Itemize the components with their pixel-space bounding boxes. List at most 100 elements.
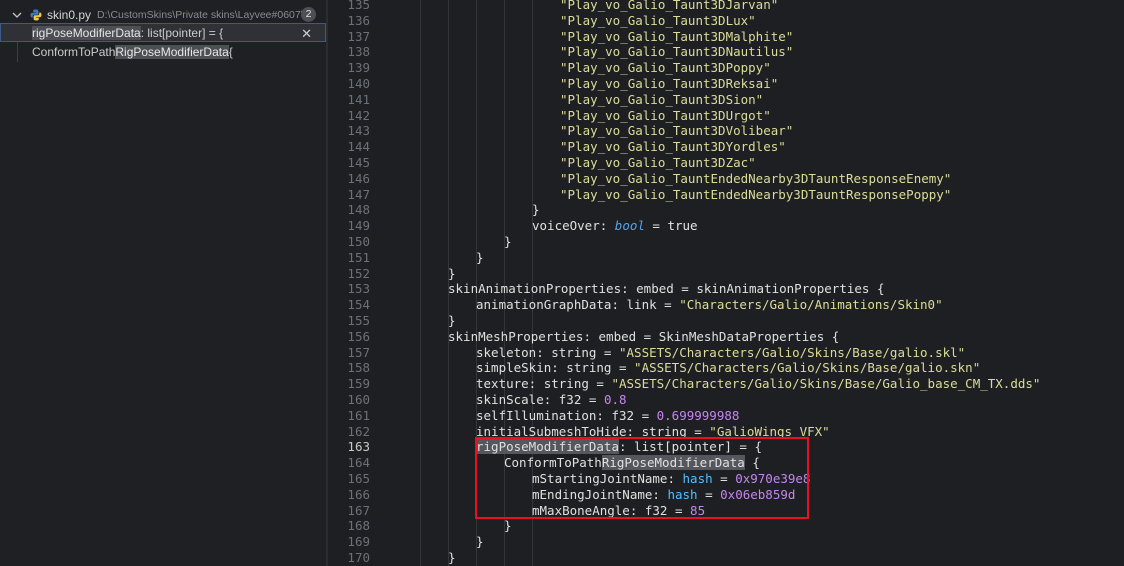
line-number: 166 bbox=[347, 486, 370, 502]
line-number: 141 bbox=[347, 91, 370, 107]
code-line[interactable]: 159 texture: string = "ASSETS/Characters/… bbox=[328, 376, 1124, 392]
code-text: simpleSkin: string = "ASSETS/Characters/… bbox=[476, 360, 981, 376]
line-number: 135 bbox=[347, 0, 370, 12]
search-result-line[interactable]: ConformToPath RigPoseModifierData { bbox=[0, 42, 326, 61]
code-line[interactable]: 156 skinMeshProperties: embed = SkinMeshD… bbox=[328, 329, 1124, 345]
code-line[interactable]: 151} bbox=[328, 250, 1124, 266]
search-results-panel: skin0.py D:\CustomSkins\Private skins\La… bbox=[0, 0, 326, 566]
code-text: } bbox=[476, 534, 484, 550]
code-line[interactable]: 135 "Play_vo_Galio_Taunt3DJarvan" bbox=[328, 0, 1124, 13]
code-text: skeleton: string = "ASSETS/Characters/Ga… bbox=[476, 344, 966, 360]
line-number: 147 bbox=[347, 186, 370, 202]
line-number: 149 bbox=[347, 218, 370, 234]
code-line[interactable]: 169} bbox=[328, 534, 1124, 550]
line-number: 168 bbox=[347, 518, 370, 534]
code-line[interactable]: 152} bbox=[328, 266, 1124, 282]
line-number: 163 bbox=[347, 439, 370, 455]
line-number: 142 bbox=[347, 107, 370, 123]
line-number: 144 bbox=[347, 139, 370, 155]
code-line[interactable]: 148} bbox=[328, 202, 1124, 218]
code-line[interactable]: 158 simpleSkin: string = "ASSETS/Characte… bbox=[328, 360, 1124, 376]
line-number: 152 bbox=[347, 265, 370, 281]
code-line[interactable]: 155} bbox=[328, 313, 1124, 329]
code-line[interactable]: 147 "Play_vo_Galio_TauntEndedNearby3DTaun… bbox=[328, 187, 1124, 203]
code-text: skinAnimationProperties: embed = skinAni… bbox=[448, 281, 885, 297]
line-number: 151 bbox=[347, 249, 370, 265]
highlight-annotation-box bbox=[475, 437, 809, 519]
line-number: 148 bbox=[347, 202, 370, 218]
code-line[interactable]: 168} bbox=[328, 518, 1124, 534]
line-number: 139 bbox=[347, 60, 370, 76]
code-line[interactable]: 139 "Play_vo_Galio_Taunt3DPoppy" bbox=[328, 60, 1124, 76]
line-number: 159 bbox=[347, 376, 370, 392]
line-number: 169 bbox=[347, 534, 370, 550]
line-number: 164 bbox=[347, 455, 370, 471]
code-line[interactable]: 154 animationGraphData: link = "Character… bbox=[328, 297, 1124, 313]
line-number: 138 bbox=[347, 44, 370, 60]
code-line[interactable]: 146 "Play_vo_Galio_TauntEndedNearby3DTaun… bbox=[328, 171, 1124, 187]
match-prefix: ConformToPath bbox=[32, 44, 116, 59]
line-number: 143 bbox=[347, 123, 370, 139]
code-text: "Play_vo_Galio_Taunt3DMalphite" bbox=[560, 28, 794, 44]
code-line[interactable]: 140 "Play_vo_Galio_Taunt3DReksai" bbox=[328, 76, 1124, 92]
match-count-badge: 2 bbox=[301, 7, 316, 22]
code-line[interactable]: 141 "Play_vo_Galio_Taunt3DSion" bbox=[328, 92, 1124, 108]
chevron-down-icon[interactable] bbox=[12, 10, 22, 20]
match-highlight: rigPoseModifierData bbox=[32, 25, 141, 40]
line-number: 150 bbox=[347, 234, 370, 249]
line-number: 158 bbox=[347, 360, 370, 376]
code-text: "Play_vo_Galio_Taunt3DJarvan" bbox=[560, 0, 779, 12]
code-line[interactable]: 142 "Play_vo_Galio_Taunt3DUrgot" bbox=[328, 108, 1124, 124]
line-number: 155 bbox=[347, 313, 370, 328]
code-text: } bbox=[448, 550, 456, 565]
code-text: voiceOver: bool = true bbox=[532, 218, 698, 234]
code-line[interactable]: 153 skinAnimationProperties: embed = skin… bbox=[328, 281, 1124, 297]
code-text: "Play_vo_Galio_TauntEndedNearby3DTauntRe… bbox=[560, 186, 952, 202]
python-file-icon bbox=[30, 9, 42, 21]
code-text: } bbox=[504, 518, 512, 534]
code-text: selfIllumination: f32 = 0.699999988 bbox=[476, 407, 740, 423]
code-text: skinMeshProperties: embed = SkinMeshData… bbox=[448, 328, 840, 344]
code-text: } bbox=[448, 265, 456, 281]
code-text: "Play_vo_Galio_Taunt3DUrgot" bbox=[560, 107, 771, 123]
code-text: "Play_vo_Galio_TauntEndedNearby3DTauntRe… bbox=[560, 170, 952, 186]
code-line[interactable]: 150} bbox=[328, 234, 1124, 250]
code-line[interactable]: 136 "Play_vo_Galio_Taunt3DLux" bbox=[328, 13, 1124, 29]
result-file-path: D:\CustomSkins\Private skins\Layvee#0607… bbox=[97, 9, 307, 21]
line-number: 136 bbox=[347, 12, 370, 28]
line-number: 145 bbox=[347, 155, 370, 170]
code-text: } bbox=[448, 313, 456, 328]
code-text: "Play_vo_Galio_Taunt3DReksai" bbox=[560, 76, 779, 91]
code-text: "Play_vo_Galio_Taunt3DZac" bbox=[560, 155, 756, 170]
line-number: 146 bbox=[347, 170, 370, 186]
code-line[interactable]: 145 "Play_vo_Galio_Taunt3DZac" bbox=[328, 155, 1124, 171]
code-text: skinScale: f32 = 0.8 bbox=[476, 392, 627, 407]
code-line[interactable]: 170} bbox=[328, 550, 1124, 566]
result-file-name: skin0.py bbox=[47, 8, 92, 22]
code-line[interactable]: 161 selfIllumination: f32 = 0.699999988 bbox=[328, 408, 1124, 424]
match-suffix: { bbox=[228, 44, 233, 59]
search-result-file[interactable]: skin0.py D:\CustomSkins\Private skins\La… bbox=[0, 6, 326, 24]
code-line[interactable]: 137 "Play_vo_Galio_Taunt3DMalphite" bbox=[328, 29, 1124, 45]
code-text: "Play_vo_Galio_Taunt3DSion" bbox=[560, 91, 764, 107]
code-text: "Play_vo_Galio_Taunt3DNautilus" bbox=[560, 44, 794, 60]
search-result-line[interactable]: rigPoseModifierData: list[pointer] = { ✕ bbox=[0, 23, 326, 42]
code-text: "Play_vo_Galio_Taunt3DLux" bbox=[560, 12, 756, 28]
code-line[interactable]: 138 "Play_vo_Galio_Taunt3DNautilus" bbox=[328, 44, 1124, 60]
dismiss-result-icon[interactable]: ✕ bbox=[301, 26, 312, 42]
line-number: 170 bbox=[347, 550, 370, 565]
code-text: "Play_vo_Galio_Taunt3DPoppy" bbox=[560, 60, 771, 76]
match-highlight: RigPoseModifierData bbox=[115, 44, 229, 59]
code-line[interactable]: 149 voiceOver: bool = true bbox=[328, 218, 1124, 234]
code-line[interactable]: 160 skinScale: f32 = 0.8 bbox=[328, 392, 1124, 408]
code-line[interactable]: 144 "Play_vo_Galio_Taunt3DYordles" bbox=[328, 139, 1124, 155]
line-number: 157 bbox=[347, 344, 370, 360]
line-number: 162 bbox=[347, 423, 370, 439]
code-line[interactable]: 143 "Play_vo_Galio_Taunt3DVolibear" bbox=[328, 123, 1124, 139]
line-number: 154 bbox=[347, 297, 370, 313]
code-text: "Play_vo_Galio_Taunt3DVolibear" bbox=[560, 123, 794, 139]
code-text: } bbox=[532, 202, 540, 218]
code-line[interactable]: 157 skeleton: string = "ASSETS/Characters… bbox=[328, 345, 1124, 361]
line-number: 161 bbox=[347, 407, 370, 423]
code-text: } bbox=[476, 249, 484, 265]
